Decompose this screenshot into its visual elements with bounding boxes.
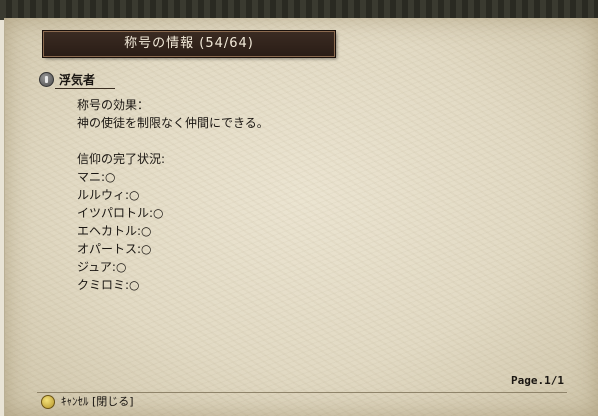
footer-divider: [37, 392, 567, 393]
faith-item-mani: マニ:○: [77, 170, 116, 184]
title-info-window: 称号の情報 (54/64) 浮気者 称号の効果： 神の使徒を制限なく仲間にできる…: [4, 18, 598, 416]
window-title: 称号の情報 (54/64): [43, 31, 335, 57]
faith-item-lulwy: ルルウィ:○: [77, 188, 140, 202]
faith-item-ehekatl: エヘカトル:○: [77, 224, 152, 238]
game-background-strip: [0, 0, 598, 20]
effect-label: 称号の効果：: [77, 98, 150, 112]
section-heading: 浮気者: [59, 73, 96, 87]
faith-label: 信仰の完了状況:: [77, 152, 166, 166]
faith-item-opatos: オパートス:○: [77, 242, 152, 256]
info-icon: [39, 72, 54, 87]
faith-item-itzpalt: イツパロトル:○: [77, 206, 164, 220]
page-indicator: Page.1/1: [511, 374, 564, 387]
hint-bulb-icon: [41, 395, 55, 409]
cancel-close-hint[interactable]: ｷｬﾝｾﾙ [閉じる]: [61, 395, 134, 409]
faith-item-kumiromi: クミロミ:○: [77, 278, 140, 292]
effect-description: 神の使徒を制限なく仲間にできる。: [77, 116, 269, 130]
faith-item-jure: ジュア:○: [77, 260, 127, 274]
section-underline: [55, 88, 115, 89]
